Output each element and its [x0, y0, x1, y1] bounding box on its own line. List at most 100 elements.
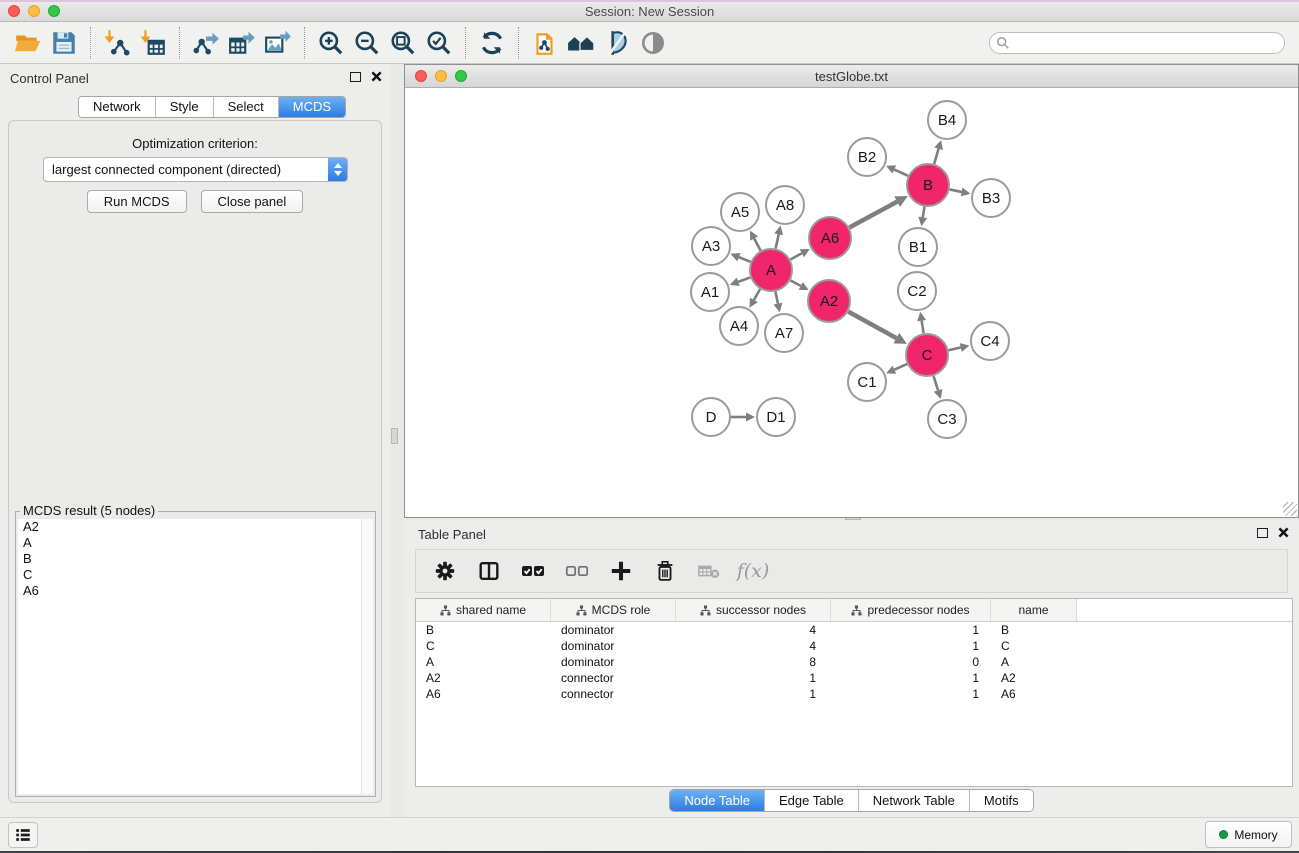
node-C[interactable]: C — [906, 334, 948, 376]
edge-B-B1[interactable] — [918, 207, 927, 227]
edge-C-C3[interactable] — [934, 376, 943, 399]
select-all-rows-icon[interactable] — [518, 556, 548, 586]
node-A8[interactable]: A8 — [766, 186, 804, 224]
result-item[interactable]: A6 — [18, 583, 361, 599]
node-B[interactable]: B — [907, 164, 949, 206]
home-layouts-icon[interactable] — [563, 25, 599, 61]
tab-motifs[interactable]: Motifs — [970, 790, 1033, 811]
close-panel-button[interactable]: Close panel — [201, 190, 304, 213]
show-column-icon[interactable] — [474, 556, 504, 586]
result-item[interactable]: A — [18, 535, 361, 551]
search-input[interactable] — [1010, 36, 1278, 50]
import-network-icon[interactable] — [99, 25, 135, 61]
export-network-icon[interactable] — [188, 25, 224, 61]
edge-C-C4[interactable] — [948, 343, 969, 352]
node-B3[interactable]: B3 — [972, 179, 1010, 217]
edge-A-A3[interactable] — [730, 253, 750, 262]
tab-select[interactable]: Select — [214, 97, 279, 117]
import-table-icon[interactable] — [135, 25, 171, 61]
node-A5[interactable]: A5 — [721, 193, 759, 231]
close-panel-icon[interactable] — [371, 71, 382, 82]
node-B1[interactable]: B1 — [899, 228, 937, 266]
eye-icon[interactable] — [635, 25, 671, 61]
edge-A-A4[interactable] — [749, 289, 760, 308]
tab-edge-table[interactable]: Edge Table — [765, 790, 859, 811]
edge-D-D1[interactable] — [731, 413, 755, 422]
tab-network-table[interactable]: Network Table — [859, 790, 970, 811]
resize-grip-icon[interactable] — [1283, 502, 1297, 516]
clone-network-icon[interactable] — [527, 25, 563, 61]
task-history-button[interactable] — [8, 822, 38, 848]
node-A6[interactable]: A6 — [809, 217, 851, 259]
node-A7[interactable]: A7 — [765, 314, 803, 352]
zoom-fit-icon[interactable] — [385, 25, 421, 61]
zoom-in-icon[interactable] — [313, 25, 349, 61]
edge-A-A2[interactable] — [790, 280, 808, 290]
zoom-selected-icon[interactable] — [421, 25, 457, 61]
delete-column-icon[interactable] — [650, 556, 680, 586]
result-item[interactable]: C — [18, 567, 361, 583]
edge-A-A6[interactable] — [790, 249, 809, 260]
edge-B-B4[interactable] — [934, 140, 943, 164]
node-B2[interactable]: B2 — [848, 138, 886, 176]
edge-A-A7[interactable] — [774, 292, 783, 313]
node-A[interactable]: A — [750, 249, 792, 291]
result-item[interactable]: A2 — [18, 519, 361, 535]
table-row[interactable]: Adominator80A — [416, 654, 1292, 670]
result-item[interactable]: B — [18, 551, 361, 567]
node-C2[interactable]: C2 — [898, 272, 936, 310]
table-row[interactable]: A2connector11A2 — [416, 670, 1292, 686]
memory-button[interactable]: Memory — [1205, 821, 1292, 848]
export-image-icon[interactable] — [260, 25, 296, 61]
column-header-predecessor-nodes[interactable]: predecessor nodes — [831, 599, 991, 621]
export-table-icon[interactable] — [224, 25, 260, 61]
mcds-result-list[interactable]: A2ABCA6 — [18, 519, 361, 794]
search-field[interactable] — [989, 32, 1285, 54]
table-row[interactable]: Cdominator41C — [416, 638, 1292, 654]
node-A2[interactable]: A2 — [808, 280, 850, 322]
edge-A6-B[interactable] — [849, 196, 907, 228]
node-A1[interactable]: A1 — [691, 273, 729, 311]
edge-B-B3[interactable] — [950, 188, 971, 197]
node-A3[interactable]: A3 — [692, 227, 730, 265]
apply-layout-icon[interactable] — [474, 25, 510, 61]
node-D1[interactable]: D1 — [757, 398, 795, 436]
edge-B-B2[interactable] — [886, 165, 908, 175]
node-B4[interactable]: B4 — [928, 101, 966, 139]
tab-mcds[interactable]: MCDS — [279, 97, 345, 117]
save-session-icon[interactable] — [46, 25, 82, 61]
vertical-splitter-grip[interactable] — [391, 428, 398, 444]
edge-A2-C[interactable] — [848, 312, 907, 344]
run-mcds-button[interactable]: Run MCDS — [87, 190, 187, 213]
column-header-successor-nodes[interactable]: successor nodes — [676, 599, 831, 621]
float-table-panel-icon[interactable] — [1257, 528, 1268, 538]
zoom-out-icon[interactable] — [349, 25, 385, 61]
tab-style[interactable]: Style — [156, 97, 214, 117]
edge-A-A1[interactable] — [730, 277, 751, 286]
tab-node-table[interactable]: Node Table — [670, 790, 765, 811]
deselect-all-rows-icon[interactable] — [562, 556, 592, 586]
close-table-panel-icon[interactable] — [1278, 527, 1289, 538]
node-C4[interactable]: C4 — [971, 322, 1009, 360]
network-canvas[interactable]: B4B2BB3A8A5A6A3B1AA1C2A2A4A7C4CC1DD1C3 — [405, 88, 1298, 517]
table-row[interactable]: A6connector11A6 — [416, 686, 1292, 702]
criterion-select[interactable]: largest connected component (directed) — [43, 157, 348, 182]
column-header-shared-name[interactable]: shared name — [416, 599, 551, 621]
network-window-titlebar[interactable]: testGlobe.txt — [405, 65, 1298, 88]
table-row[interactable]: Bdominator41B — [416, 622, 1292, 638]
node-C1[interactable]: C1 — [848, 363, 886, 401]
edge-A-A5[interactable] — [750, 231, 761, 251]
edge-C-C1[interactable] — [886, 364, 907, 374]
column-header-name[interactable]: name — [991, 599, 1077, 621]
column-header-mcds-role[interactable]: MCDS role — [551, 599, 676, 621]
float-panel-icon[interactable] — [350, 72, 361, 82]
tab-network[interactable]: Network — [79, 97, 156, 117]
create-column-icon[interactable] — [606, 556, 636, 586]
table-settings-gear-icon[interactable] — [430, 556, 460, 586]
graphics-details-icon[interactable] — [599, 25, 635, 61]
edge-A-A8[interactable] — [774, 226, 783, 249]
open-file-icon[interactable] — [10, 25, 46, 61]
edge-C-C2[interactable] — [917, 312, 926, 334]
result-scrollbar[interactable] — [361, 519, 373, 794]
node-C3[interactable]: C3 — [928, 400, 966, 438]
